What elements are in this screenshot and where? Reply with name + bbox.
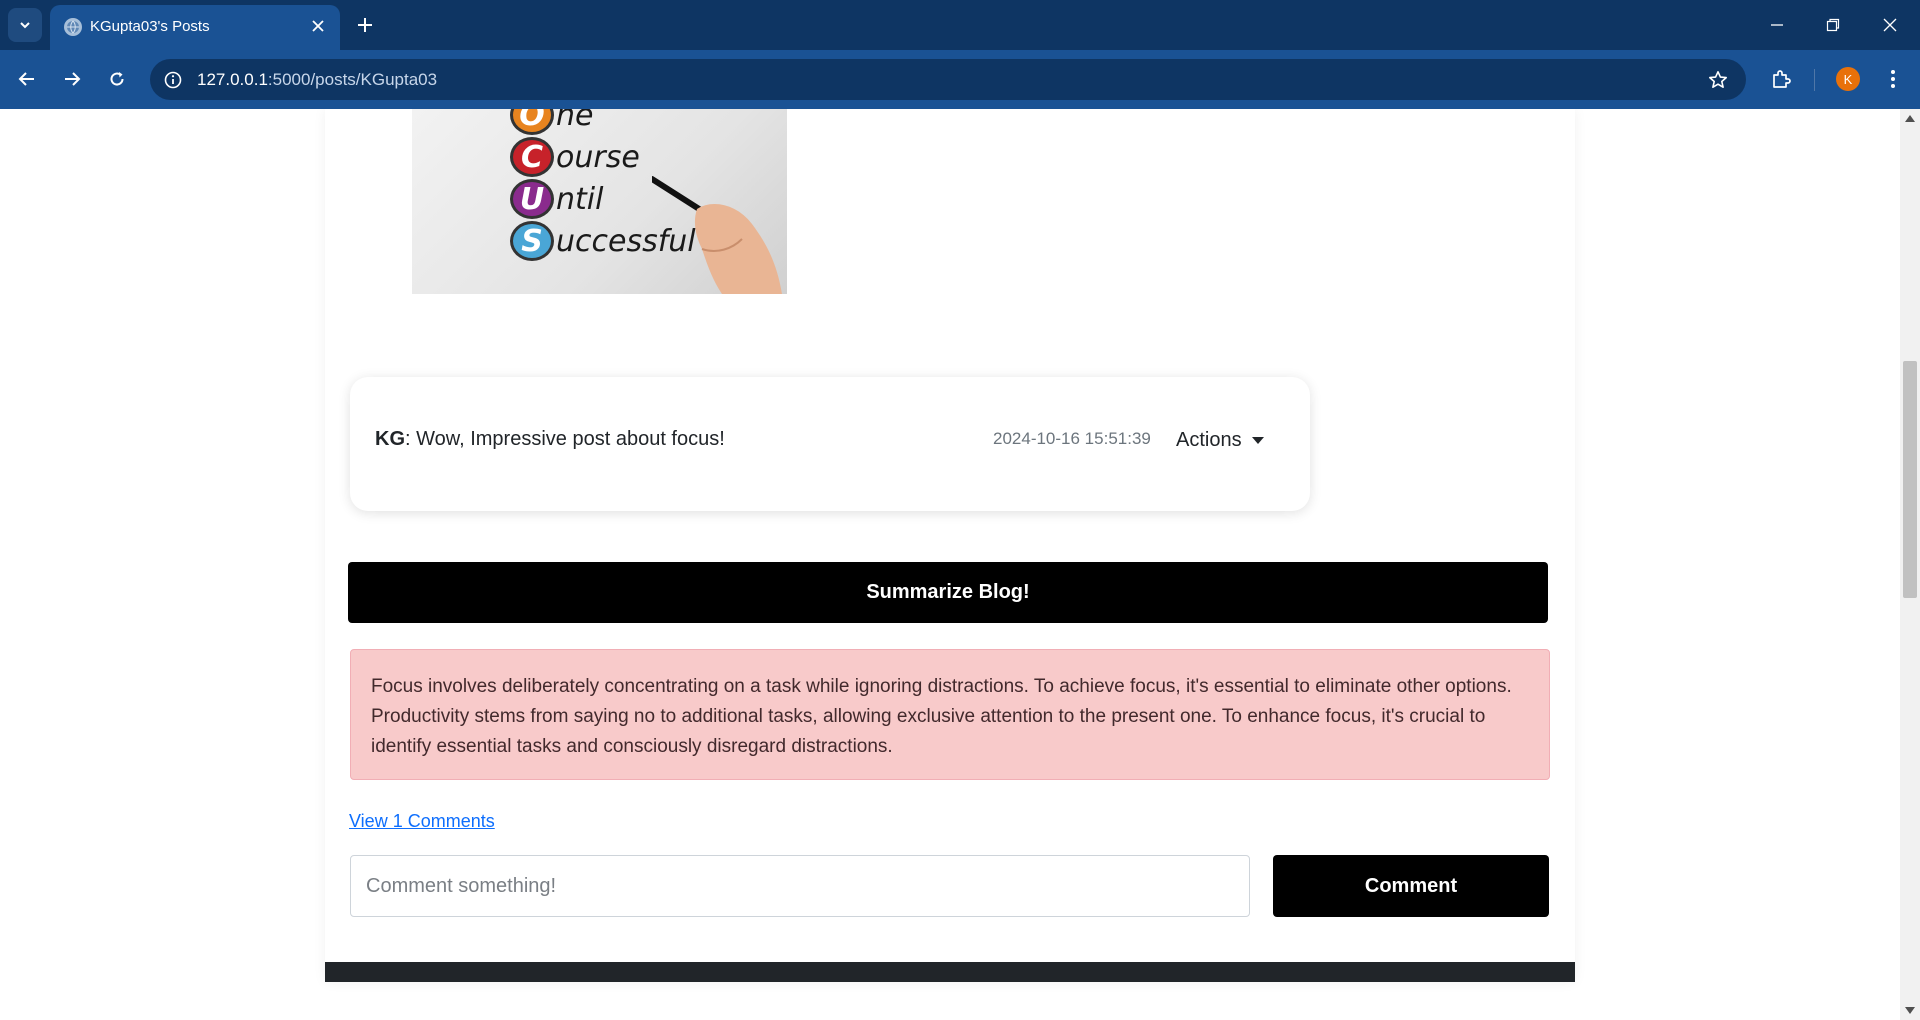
- actions-label: Actions: [1176, 429, 1242, 451]
- globe-icon: [64, 18, 82, 36]
- blog-summary-alert: Focus involves deliberately concentratin…: [350, 649, 1550, 780]
- minimize-icon: [1771, 24, 1783, 26]
- more-vertical-icon: [1891, 70, 1895, 88]
- acronym-word: ntil: [556, 181, 604, 217]
- forward-button[interactable]: [55, 62, 89, 96]
- back-button[interactable]: [10, 62, 44, 96]
- post-card: O ne C ourse U ntil S uccessful KG: Wow,…: [325, 109, 1575, 982]
- footer-bar: [325, 962, 1575, 982]
- restore-button[interactable]: [1813, 8, 1853, 42]
- arrow-right-icon: [65, 72, 81, 86]
- toolbar-separator: [1814, 69, 1815, 91]
- url-text[interactable]: 127.0.0.1:5000/posts/KGupta03: [197, 70, 437, 90]
- puzzle-icon: [1773, 70, 1791, 88]
- comment-submit-button[interactable]: Comment: [1273, 855, 1549, 917]
- acronym-row: C ourse: [510, 137, 640, 177]
- acronym-letter: O: [510, 109, 554, 135]
- acronym-row: O ne: [510, 109, 593, 135]
- arrow-left-icon: [18, 72, 34, 86]
- plus-icon: [358, 18, 372, 32]
- browser-toolbar: 127.0.0.1:5000/posts/KGupta03 K: [0, 50, 1920, 109]
- caret-down-icon: [1251, 437, 1264, 444]
- acronym-row: U ntil: [510, 179, 603, 219]
- url-path: :5000/posts/KGupta03: [267, 70, 438, 89]
- comment-author: KG: [375, 428, 405, 450]
- close-window-button[interactable]: [1870, 8, 1910, 42]
- acronym-word: ne: [556, 109, 594, 133]
- tab-search-button[interactable]: [8, 8, 42, 42]
- hand-with-pen-illustration: [652, 176, 782, 294]
- reload-icon: [110, 72, 124, 86]
- post-image: O ne C ourse U ntil S uccessful: [412, 109, 787, 294]
- comment-body: KG: Wow, Impressive post about focus!: [375, 428, 725, 451]
- tab-title: KGupta03's Posts: [90, 18, 210, 35]
- site-info-icon[interactable]: [160, 67, 186, 93]
- comment-text: Wow, Impressive post about focus!: [416, 428, 725, 450]
- chevron-down-icon: [20, 22, 30, 29]
- tab-strip: KGupta03's Posts: [0, 0, 1920, 50]
- comment-actions-dropdown[interactable]: Actions: [1176, 429, 1264, 452]
- comment-separator: :: [405, 428, 417, 450]
- comment-input[interactable]: [350, 855, 1250, 917]
- bookmark-star-icon[interactable]: [1706, 68, 1730, 92]
- extensions-button[interactable]: [1764, 62, 1798, 96]
- summarize-blog-button[interactable]: Summarize Blog!: [348, 562, 1548, 623]
- comment-card: KG: Wow, Impressive post about focus! 20…: [350, 377, 1310, 511]
- browser-menu-button[interactable]: [1876, 62, 1910, 96]
- active-tab[interactable]: KGupta03's Posts: [50, 5, 340, 50]
- comment-timestamp: 2024-10-16 15:51:39: [993, 429, 1151, 448]
- acronym-letter: S: [510, 221, 554, 261]
- restore-icon: [1826, 18, 1840, 32]
- address-bar[interactable]: 127.0.0.1:5000/posts/KGupta03: [150, 59, 1746, 100]
- scroll-down-icon[interactable]: [1905, 1007, 1915, 1014]
- url-host: 127.0.0.1: [197, 70, 268, 89]
- page-scrollbar[interactable]: [1900, 109, 1920, 1020]
- acronym-letter: U: [510, 179, 554, 219]
- close-tab-icon[interactable]: [308, 16, 328, 36]
- new-tab-button[interactable]: [350, 10, 380, 40]
- page-viewport: O ne C ourse U ntil S uccessful KG: Wow,…: [0, 109, 1900, 1020]
- acronym-letter: C: [510, 137, 554, 177]
- scroll-up-icon[interactable]: [1905, 115, 1915, 122]
- close-icon: [1883, 18, 1897, 32]
- reload-button[interactable]: [100, 62, 134, 96]
- minimize-button[interactable]: [1757, 8, 1797, 42]
- acronym-word: ourse: [556, 139, 640, 175]
- scrollbar-thumb[interactable]: [1903, 361, 1917, 598]
- profile-avatar[interactable]: K: [1836, 67, 1860, 91]
- view-comments-link[interactable]: View 1 Comments: [349, 811, 495, 832]
